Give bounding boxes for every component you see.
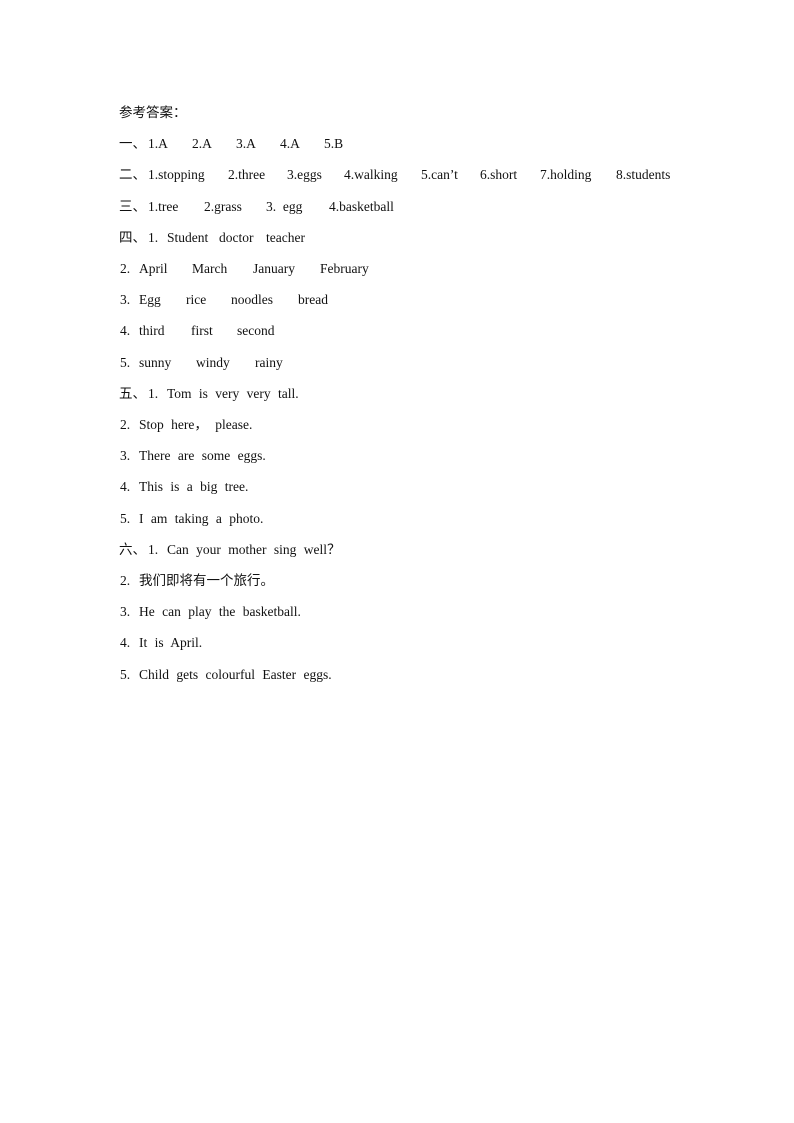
sentence: Tom is very very tall. <box>167 386 299 401</box>
title-text: 参考答案： <box>119 105 187 120</box>
word: doctor <box>219 230 254 245</box>
word: rice <box>186 292 207 307</box>
word: second <box>237 323 275 338</box>
answer-item: 4.A <box>280 136 300 151</box>
section-5-prefix: 五、 <box>119 386 146 401</box>
answer-item: 4.walking <box>344 167 398 182</box>
sentence: It is April. <box>139 635 203 650</box>
section-2-answers: 二、 1.stopping 2.three 3.eggs 4.walking 5… <box>119 165 719 185</box>
word: teacher <box>266 230 305 245</box>
answer-item: 2.A <box>192 136 212 151</box>
word: Student <box>167 230 209 245</box>
sentence: Can your mother sing well？ <box>167 542 341 557</box>
row-number: 3. <box>120 292 131 307</box>
section-5-row-5: 5. I am taking a photo. <box>119 509 719 529</box>
sentence: 我们即将有一个旅行。 <box>139 573 274 588</box>
section-5-row-1: 五、 1. Tom is very very tall. <box>119 384 719 404</box>
row-number: 1. <box>148 542 159 557</box>
answer-item: 6.short <box>480 167 518 182</box>
word: rainy <box>255 355 283 370</box>
answer-item: 3. egg <box>266 199 303 214</box>
row-number: 2. <box>120 261 131 276</box>
answer-key-title: 参考答案： <box>119 103 187 123</box>
answer-item: 5.B <box>324 136 344 151</box>
word: bread <box>298 292 328 307</box>
answer-item: 3.A <box>236 136 256 151</box>
answer-item: 3.eggs <box>287 167 322 182</box>
word: February <box>320 261 369 276</box>
row-number: 1. <box>148 386 159 401</box>
row-number: 5. <box>120 667 131 682</box>
section-6-row-5: 5. Child gets colourful Easter eggs. <box>119 665 719 685</box>
section-6-row-2: 2. 我们即将有一个旅行。 <box>119 571 719 591</box>
word: Egg <box>139 292 161 307</box>
answer-item: 5.can’t <box>421 167 458 182</box>
section-3-prefix: 三、 <box>119 199 146 214</box>
word: sunny <box>139 355 172 370</box>
answer-item: 2.three <box>228 167 266 182</box>
row-number: 2. <box>120 417 131 432</box>
section-6-row-4: 4. It is April. <box>119 633 719 653</box>
word: third <box>139 323 165 338</box>
answer-item: 1.A <box>148 136 168 151</box>
answer-item: 1.tree <box>148 199 179 214</box>
section-4-row-4: 4. third first second <box>119 321 719 341</box>
row-number: 3. <box>120 604 131 619</box>
sentence: Stop here， please. <box>139 417 253 432</box>
sentence: Child gets colourful Easter eggs. <box>139 667 332 682</box>
answer-item: 2.grass <box>204 199 242 214</box>
section-4-row-1: 四、 1. Student doctor teacher <box>119 228 719 248</box>
section-5-row-2: 2. Stop here， please. <box>119 415 719 435</box>
answer-key-page: 参考答案： 一、 1.A 2.A 3.A 4.A 5.B 二、 1.stoppi… <box>0 0 794 1123</box>
word: March <box>192 261 228 276</box>
word: windy <box>196 355 230 370</box>
section-1-prefix: 一、 <box>119 136 146 151</box>
word: April <box>139 261 168 276</box>
answer-item: 7.holding <box>540 167 592 182</box>
sentence: I am taking a photo. <box>139 511 264 526</box>
section-3-answers: 三、 1.tree 2.grass 3. egg 4.basketball <box>119 197 719 217</box>
section-1-answers: 一、 1.A 2.A 3.A 4.A 5.B <box>119 134 719 154</box>
section-5-row-4: 4. This is a big tree. <box>119 477 719 497</box>
section-4-row-3: 3. Egg rice noodles bread <box>119 290 719 310</box>
section-4-row-5: 5. sunny windy rainy <box>119 353 719 373</box>
sentence: This is a big tree. <box>139 479 249 494</box>
word: January <box>253 261 295 276</box>
section-2-prefix: 二、 <box>119 167 146 182</box>
word: noodles <box>231 292 273 307</box>
row-number: 4. <box>120 323 131 338</box>
section-4-prefix: 四、 <box>119 230 146 245</box>
row-number: 5. <box>120 511 131 526</box>
section-6-row-3: 3. He can play the basketball. <box>119 602 719 622</box>
row-number: 4. <box>120 635 131 650</box>
sentence: There are some eggs. <box>139 448 266 463</box>
word: first <box>191 323 213 338</box>
row-number: 4. <box>120 479 131 494</box>
section-4-row-2: 2. April March January February <box>119 259 719 279</box>
answer-item: 1.stopping <box>148 167 205 182</box>
row-number: 1. <box>148 230 159 245</box>
row-number: 2. <box>120 573 131 588</box>
section-5-row-3: 3. There are some eggs. <box>119 446 719 466</box>
row-number: 3. <box>120 448 131 463</box>
section-6-prefix: 六、 <box>119 542 146 557</box>
answer-item: 4.basketball <box>329 199 394 214</box>
section-6-row-1: 六、 1. Can your mother sing well？ <box>119 540 719 560</box>
answer-item: 8.students <box>616 167 671 182</box>
sentence: He can play the basketball. <box>139 604 301 619</box>
row-number: 5. <box>120 355 131 370</box>
